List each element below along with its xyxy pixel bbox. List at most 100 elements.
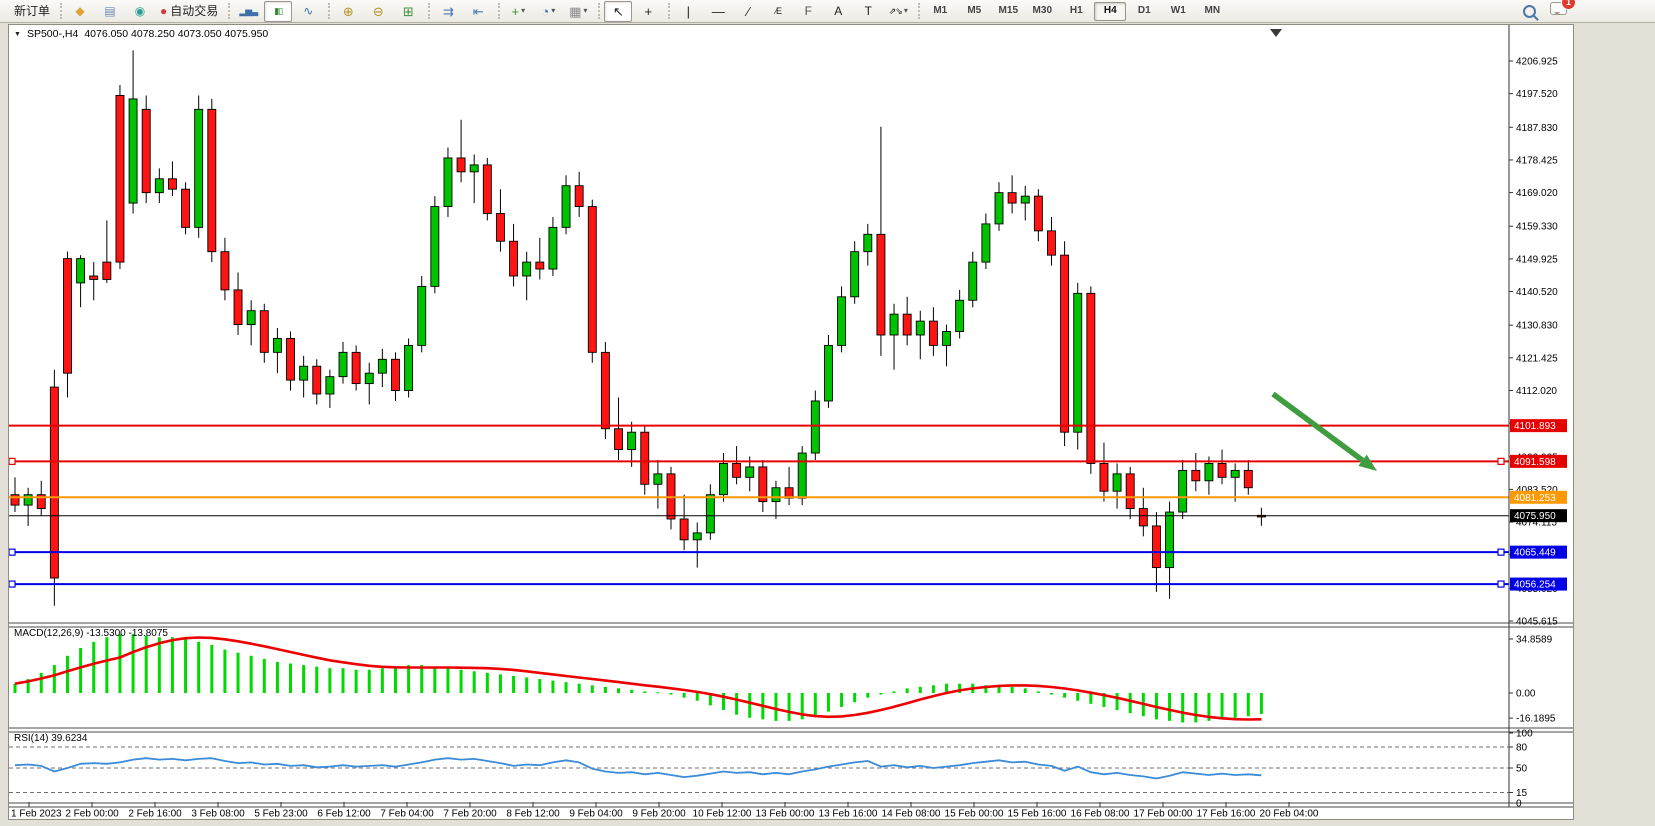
- candlestick-chart-icon-glyph: ▮▯: [274, 7, 282, 16]
- signals-icon-glyph: ◉: [135, 5, 145, 17]
- timeframe-button-M5[interactable]: M5: [958, 2, 990, 21]
- horizontal-line-icon[interactable]: —: [704, 1, 732, 22]
- chart-window: 4206.9254197.5204187.8304178.4254169.020…: [8, 24, 1574, 820]
- timeframe-button-W1[interactable]: W1: [1162, 2, 1194, 21]
- fibonacci-icon-glyph: F: [805, 5, 812, 17]
- chart-shift-icon-glyph: ⇤: [473, 5, 484, 18]
- toolbar-group-5: +▾◔▾▦▾: [497, 0, 597, 22]
- fibonacci-icon[interactable]: F: [794, 1, 822, 22]
- zoom-in-icon[interactable]: ⊕: [334, 1, 362, 22]
- new-chart-icon-dropdown[interactable]: ▾: [521, 7, 525, 15]
- hline-handle[interactable]: [1498, 549, 1504, 555]
- candlestick-chart-icon[interactable]: ▮▯: [264, 1, 292, 22]
- signals-icon[interactable]: ◉: [126, 1, 154, 22]
- text-label-icon[interactable]: T: [854, 1, 882, 22]
- bar-chart-icon[interactable]: ▂▅▃: [234, 1, 262, 22]
- equidistant-channel-icon-glyph: ∕E: [776, 7, 782, 16]
- hline-handle[interactable]: [1498, 581, 1504, 587]
- template-icon-dropdown[interactable]: ▾: [583, 7, 587, 15]
- notification-badge: 1: [1562, 0, 1575, 9]
- period-icon-glyph: ◔: [541, 5, 549, 18]
- hline-handle[interactable]: [1498, 458, 1504, 464]
- period-icon-dropdown[interactable]: ▾: [551, 7, 555, 15]
- hline-handle[interactable]: [9, 549, 15, 555]
- svg-text:4101.893: 4101.893: [1514, 421, 1556, 432]
- line-chart-icon[interactable]: ∿: [294, 1, 322, 22]
- metaquotes-icon[interactable]: ◆: [66, 1, 94, 22]
- autotrading-button[interactable]: ●自动交易: [156, 1, 222, 22]
- svg-text:4045.615: 4045.615: [1516, 617, 1558, 628]
- time-label: 3 Feb 08:00: [191, 809, 245, 820]
- svg-text:4112.020: 4112.020: [1516, 386, 1557, 397]
- mt4-terminal: { "toolbar": { "groups": [ {"items":[{"t…: [0, 0, 1655, 826]
- svg-text:4075.950: 4075.950: [1514, 511, 1556, 522]
- arrows-icon[interactable]: ⇗⇘▾: [884, 1, 912, 22]
- chart-shift-icon[interactable]: ⇤: [464, 1, 492, 22]
- template-icon[interactable]: ▦▾: [564, 1, 592, 22]
- timeframe-button-MN[interactable]: MN: [1196, 2, 1228, 21]
- new-order-button[interactable]: 新订单: [10, 1, 54, 22]
- zoom-out-icon[interactable]: ⊖: [364, 1, 392, 22]
- symbol-info-bar: ▼ SP500-,H4 4076.050 4078.250 4073.050 4…: [14, 28, 268, 40]
- bar-chart-icon-glyph: ▂▅▃: [239, 7, 257, 16]
- main-toolbar: 新订单◆▤◉●自动交易▂▅▃▮▯∿⊕⊖⊞⇉⇤+▾◔▾▦▾↖+|—∕∕EFAT⇗⇘…: [0, 0, 1655, 23]
- trendline-icon[interactable]: ∕: [734, 1, 762, 22]
- toolbar-right-tools: 1: [1523, 2, 1567, 20]
- equidistant-channel-icon[interactable]: ∕E: [764, 1, 792, 22]
- svg-text:34.8589: 34.8589: [1516, 634, 1553, 645]
- rsi-name: RSI(14): [14, 733, 48, 744]
- timeframe-button-H4[interactable]: H4: [1094, 2, 1126, 21]
- tile-windows-icon[interactable]: ⊞: [394, 1, 422, 22]
- svg-text:4169.020: 4169.020: [1516, 188, 1558, 199]
- timeframe-button-D1[interactable]: D1: [1128, 2, 1160, 21]
- metaquotes-icon-glyph: ◆: [75, 5, 84, 17]
- ohlc-values-label: 4076.050 4078.250 4073.050 4075.950: [84, 28, 268, 40]
- text-icon[interactable]: A: [824, 1, 852, 22]
- timeframe-button-H1[interactable]: H1: [1060, 2, 1092, 21]
- metaeditor-icon[interactable]: ▤: [96, 1, 124, 22]
- notifications-button[interactable]: 1: [1550, 2, 1567, 20]
- time-label: 20 Feb 04:00: [1260, 809, 1319, 820]
- svg-text:4178.425: 4178.425: [1516, 155, 1558, 166]
- zoom-in-icon-glyph: ⊕: [343, 5, 354, 18]
- svg-text:4081.253: 4081.253: [1514, 493, 1556, 504]
- toolbar-group-3: ⊕ ⊖⊞: [327, 0, 427, 22]
- trendline-icon-glyph: ∕: [747, 5, 749, 18]
- timeframe-button-M15[interactable]: M15: [992, 2, 1024, 21]
- hline-handle[interactable]: [9, 458, 15, 464]
- hline-handle[interactable]: [9, 581, 15, 587]
- text-icon-glyph: A: [834, 5, 842, 17]
- period-icon[interactable]: ◔▾: [534, 1, 562, 22]
- svg-text:4130.830: 4130.830: [1516, 321, 1558, 332]
- line-chart-icon-glyph: ∿: [303, 5, 313, 17]
- time-label: 7 Feb 04:00: [380, 809, 434, 820]
- vertical-line-icon[interactable]: |: [674, 1, 702, 22]
- crosshair-icon[interactable]: +: [634, 1, 662, 22]
- chart-canvas[interactable]: 4206.9254197.5204187.8304178.4254169.020…: [9, 25, 1573, 819]
- time-label: 13 Feb 16:00: [819, 809, 878, 820]
- new-chart-icon[interactable]: +▾: [504, 1, 532, 22]
- toolbar-group-1: ◆ ▤ ◉ ●自动交易: [59, 0, 227, 22]
- macd-name: MACD(12,26,9): [14, 628, 83, 639]
- auto-scroll-icon[interactable]: ⇉: [434, 1, 462, 22]
- time-label: 2 Feb 00:00: [65, 809, 119, 820]
- toolbar-group-6: ↖+: [597, 0, 667, 22]
- svg-text:100: 100: [1516, 729, 1533, 740]
- svg-text:0: 0: [1516, 799, 1522, 810]
- svg-text:4065.449: 4065.449: [1514, 548, 1556, 559]
- collapse-ohlc-button[interactable]: ▼: [14, 31, 21, 38]
- cursor-icon-glyph: ↖: [613, 5, 624, 18]
- text-label-icon-glyph: T: [865, 5, 872, 17]
- crosshair-icon-glyph: +: [644, 5, 652, 18]
- template-icon-glyph: ▦: [569, 5, 581, 18]
- macd-values: -13.5300 -13.8075: [86, 628, 168, 639]
- timeframe-button-M1[interactable]: M1: [924, 2, 956, 21]
- timeframe-button-M30[interactable]: M30: [1026, 2, 1058, 21]
- arrows-icon-dropdown[interactable]: ▾: [904, 7, 908, 15]
- svg-text:80: 80: [1516, 743, 1528, 754]
- cursor-icon[interactable]: ↖: [604, 1, 632, 22]
- horizontal-line-icon-glyph: —: [712, 5, 725, 18]
- autotrading-button-glyph: ●: [160, 5, 167, 17]
- auto-scroll-icon-glyph: ⇉: [443, 5, 454, 18]
- search-icon[interactable]: [1523, 5, 1536, 18]
